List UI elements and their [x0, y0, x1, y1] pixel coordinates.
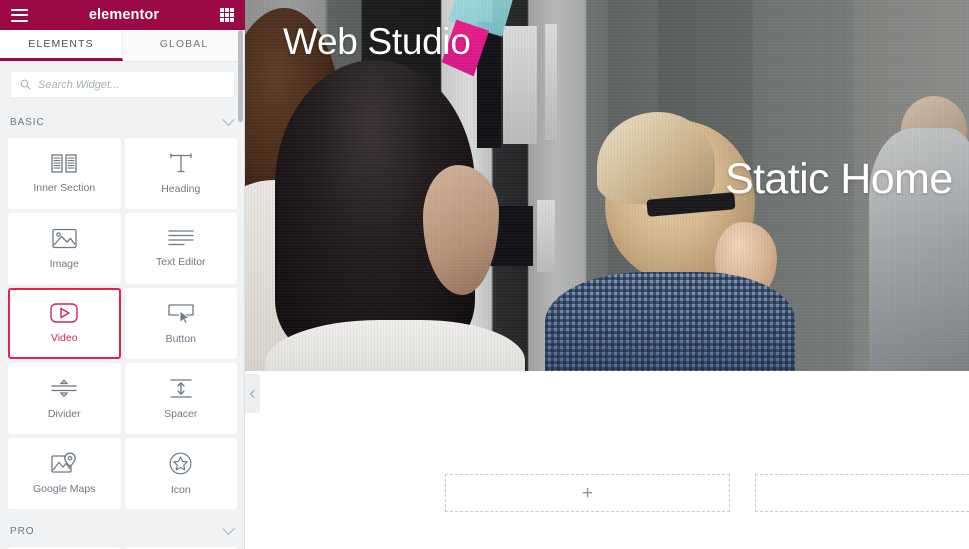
- search-box[interactable]: [10, 71, 235, 98]
- panel-collapse-handle[interactable]: [245, 374, 260, 413]
- category-pro-label: PRO: [10, 525, 35, 537]
- button-cursor-icon: [167, 303, 195, 324]
- search-widget-wrap: [0, 62, 245, 106]
- panel-tabs: ELEMENTS GLOBAL: [0, 30, 245, 62]
- panel-scrollbar-thumb[interactable]: [238, 30, 243, 122]
- divider-icon: [51, 378, 77, 399]
- empty-section-row: +: [445, 474, 969, 512]
- widget-heading[interactable]: Heading: [124, 138, 237, 209]
- search-input[interactable]: [38, 78, 225, 91]
- widget-label: Spacer: [164, 407, 198, 420]
- widget-label: Heading: [161, 182, 201, 195]
- tab-global-label: GLOBAL: [159, 38, 209, 50]
- hero-title-right: Static Home: [725, 155, 953, 203]
- chevron-down-icon: [222, 112, 235, 126]
- widgets-panel: elementor ELEMENTS GLOBAL Search Widget.…: [0, 0, 245, 549]
- chevron-down-icon: [222, 521, 235, 535]
- dropzone-right-column[interactable]: [755, 474, 969, 512]
- widget-google-maps[interactable]: Google Maps: [8, 438, 121, 509]
- elementor-logo-text: elementor: [88, 7, 160, 23]
- image-icon: [52, 228, 77, 249]
- widget-label: Inner Section: [33, 181, 96, 194]
- star-icon: [169, 452, 192, 475]
- hero-title-left: Web Studio: [283, 21, 471, 62]
- dropzone-left-column[interactable]: +: [445, 474, 730, 512]
- widget-label: Video: [50, 332, 78, 344]
- search-icon: [20, 79, 31, 90]
- widget-label: Icon: [170, 483, 191, 496]
- tab-elements[interactable]: ELEMENTS: [0, 30, 123, 61]
- widget-grid-basic: Inner Section Heading Image Text Editor …: [0, 138, 245, 515]
- elementor-editor: elementor ELEMENTS GLOBAL Search Widget.…: [0, 0, 969, 549]
- widget-image[interactable]: Image: [8, 213, 121, 284]
- category-header-basic[interactable]: BASIC: [0, 106, 245, 138]
- video-play-icon: [50, 303, 78, 323]
- widget-label: Text Editor: [155, 256, 206, 268]
- widget-label: Divider: [47, 407, 81, 420]
- widget-text-editor[interactable]: Text Editor: [124, 213, 237, 284]
- add-widget-plus-icon: +: [581, 482, 594, 504]
- widget-spacer[interactable]: Spacer: [124, 363, 237, 434]
- widget-video[interactable]: Video: [8, 288, 121, 359]
- panel-header: elementor: [0, 0, 245, 30]
- panel-scrollbar[interactable]: [238, 30, 243, 549]
- panel-scroll-area: BASIC: [0, 62, 245, 549]
- widget-label: Google Maps: [33, 483, 96, 495]
- widget-label: Image: [49, 257, 79, 270]
- grid-apps-icon[interactable]: [219, 8, 234, 22]
- widget-label: Button: [165, 332, 196, 345]
- text-lines-icon: [168, 229, 194, 247]
- columns-icon: [51, 153, 77, 173]
- tab-global[interactable]: GLOBAL: [123, 30, 245, 61]
- category-basic-label: BASIC: [10, 116, 45, 128]
- widget-inner-section[interactable]: Inner Section: [8, 138, 121, 209]
- spacer-icon: [169, 378, 193, 399]
- hero-section[interactable]: Web Studio Static Home: [245, 0, 969, 371]
- chevron-left-icon: [249, 389, 258, 398]
- widget-icon[interactable]: Icon: [124, 438, 237, 509]
- tab-elements-label: ELEMENTS: [28, 38, 94, 50]
- map-pin-icon: [51, 452, 77, 474]
- heading-t-icon: [169, 152, 193, 174]
- category-header-pro[interactable]: PRO: [0, 515, 245, 547]
- widget-divider[interactable]: Divider: [8, 363, 121, 434]
- hamburger-icon[interactable]: [11, 8, 28, 22]
- widget-button[interactable]: Button: [124, 288, 237, 359]
- preview-canvas: Web Studio Static Home +: [245, 0, 969, 549]
